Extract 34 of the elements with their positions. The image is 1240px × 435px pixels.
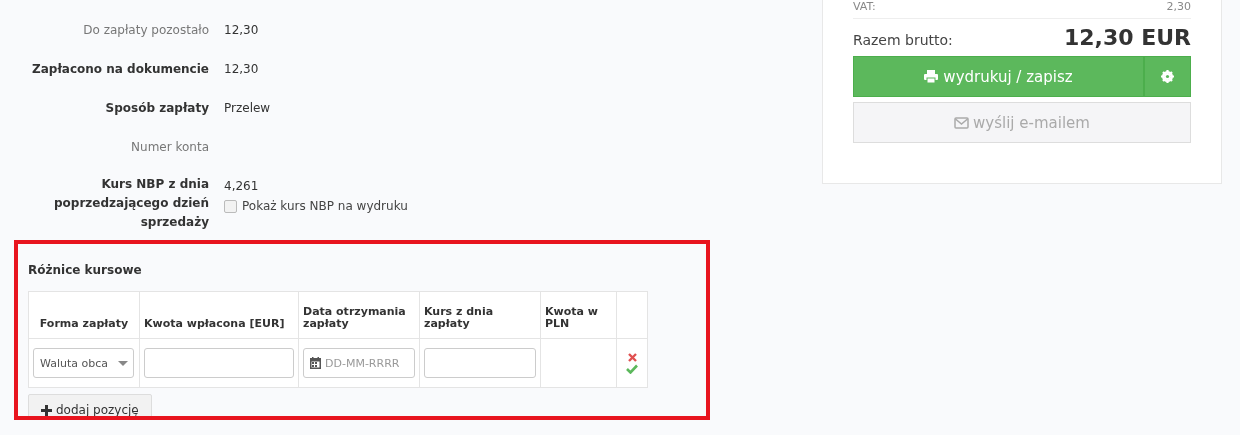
settings-icon xyxy=(1161,70,1174,83)
rate-field[interactable] xyxy=(424,348,536,378)
envelope-icon xyxy=(954,116,970,129)
gross-total: 12,30 EUR xyxy=(1063,25,1191,50)
column-header: Data otrzymania zapłaty xyxy=(298,291,420,339)
field-label: Zapłacono na dokumencie xyxy=(31,61,210,78)
confirm-icon[interactable] xyxy=(626,363,638,374)
date-field[interactable]: DD-MM-RRRR xyxy=(303,348,415,378)
field-label: Sposób zapłaty xyxy=(104,100,210,117)
column-header: Kwota wpłacona [EUR] xyxy=(139,291,299,339)
amount-field[interactable] xyxy=(144,348,294,378)
gross-label: Razem brutto: xyxy=(853,32,953,48)
vat-label: VAT: xyxy=(853,0,876,13)
settings-button[interactable] xyxy=(1144,56,1191,97)
column-header: Kurs z dnia zapłaty xyxy=(419,291,541,339)
field-value: 12,30 xyxy=(224,22,259,38)
field-label: Numer konta xyxy=(130,139,210,156)
vat-value: 2,30 xyxy=(1166,0,1191,13)
add-item-button[interactable]: dodaj pozycję xyxy=(28,394,152,416)
column-header: Kwota w PLN xyxy=(540,291,617,339)
checkbox-label[interactable]: Pokaż kurs NBP na wydruku xyxy=(242,198,408,214)
caret-icon xyxy=(118,360,128,366)
payment-form-select[interactable]: Waluta obca xyxy=(33,348,134,378)
column-header: Forma zapłaty xyxy=(28,291,140,339)
printer-icon xyxy=(924,70,939,83)
field-label: Kurs NBP z dnia poprzedzającego dzień sprzedaży xyxy=(53,176,210,231)
delete-icon[interactable] xyxy=(627,352,637,362)
field-value: 4,261 xyxy=(224,178,260,194)
field-label: Do zapłaty pozostało xyxy=(82,22,210,39)
field-value: Przelew xyxy=(224,100,271,116)
field-value: 12,30 xyxy=(224,61,259,77)
plus-icon xyxy=(41,404,52,416)
checkbox[interactable] xyxy=(224,199,237,213)
section-title: Różnice kursowe xyxy=(28,263,143,277)
